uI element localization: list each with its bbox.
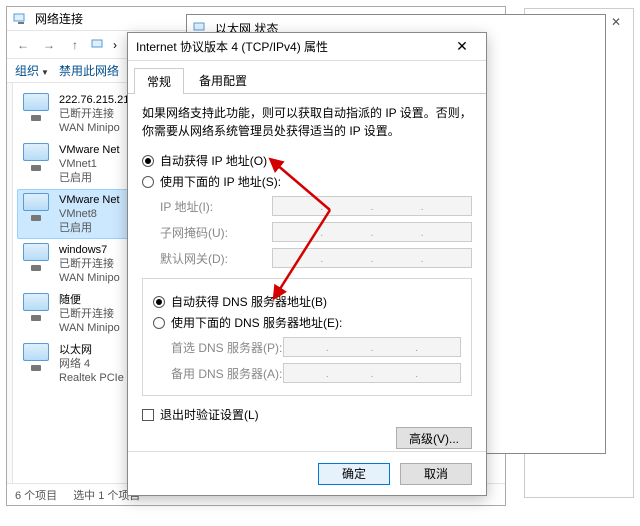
dialog-footer: 确定 取消 bbox=[128, 451, 486, 495]
radio-icon bbox=[153, 317, 165, 329]
ip-group: 自动获得 IP 地址(O) 使用下面的 IP 地址(S): IP 地址(I): … bbox=[142, 152, 472, 268]
radio-auto-dns[interactable]: 自动获得 DNS 服务器地址(B) bbox=[153, 293, 461, 310]
back-button[interactable]: ← bbox=[13, 35, 33, 55]
input-dns2: ... bbox=[283, 363, 461, 383]
intro-text: 如果网络支持此功能，则可以获取自动指派的 IP 设置。否则，你需要从网络系统管理… bbox=[142, 104, 472, 140]
label-ip: IP 地址(I): bbox=[142, 198, 272, 215]
radio-label: 使用下面的 IP 地址(S): bbox=[160, 173, 281, 190]
radio-label: 使用下面的 DNS 服务器地址(E): bbox=[171, 314, 342, 331]
radio-icon bbox=[153, 296, 165, 308]
input-ip: ... bbox=[272, 196, 472, 216]
forward-button[interactable]: → bbox=[39, 35, 59, 55]
tab-alternate[interactable]: 备用配置 bbox=[186, 67, 260, 93]
radio-manual-dns[interactable]: 使用下面的 DNS 服务器地址(E): bbox=[153, 314, 461, 331]
input-dns1: ... bbox=[283, 337, 461, 357]
connection-icon bbox=[21, 93, 53, 121]
radio-label: 自动获得 DNS 服务器地址(B) bbox=[171, 293, 327, 310]
dialog-titlebar: Internet 协议版本 4 (TCP/IPv4) 属性 ✕ bbox=[128, 33, 486, 61]
radio-icon bbox=[142, 176, 154, 188]
dialog-title: Internet 协议版本 4 (TCP/IPv4) 属性 bbox=[136, 38, 328, 55]
network-icon bbox=[13, 11, 29, 27]
ok-button[interactable]: 确定 bbox=[318, 463, 390, 485]
checkbox-icon bbox=[142, 409, 154, 421]
dialog-body: 如果网络支持此功能，则可以获取自动指派的 IP 设置。否则，你需要从网络系统管理… bbox=[128, 94, 486, 459]
connection-icon bbox=[21, 243, 53, 271]
explorer-title: 网络连接 bbox=[35, 10, 83, 27]
radio-icon bbox=[142, 155, 154, 167]
connection-icon bbox=[21, 293, 53, 321]
cancel-button[interactable]: 取消 bbox=[400, 463, 472, 485]
ipv4-properties-dialog: Internet 协议版本 4 (TCP/IPv4) 属性 ✕ 常规 备用配置 … bbox=[127, 32, 487, 496]
advanced-button[interactable]: 高级(V)... bbox=[396, 427, 472, 449]
checkbox-label: 退出时验证设置(L) bbox=[160, 406, 259, 423]
up-button[interactable]: ↑ bbox=[65, 35, 85, 55]
disable-network-button[interactable]: 禁用此网络 bbox=[59, 62, 119, 79]
label-dns1: 首选 DNS 服务器(P): bbox=[153, 339, 283, 356]
label-gateway: 默认网关(D): bbox=[142, 250, 272, 267]
close-button[interactable]: ✕ bbox=[446, 38, 478, 55]
radio-label: 自动获得 IP 地址(O) bbox=[160, 152, 267, 169]
validate-checkbox-row[interactable]: 退出时验证设置(L) bbox=[142, 406, 472, 423]
dns-group: 自动获得 DNS 服务器地址(B) 使用下面的 DNS 服务器地址(E): 首选… bbox=[142, 278, 472, 396]
tab-strip: 常规 备用配置 bbox=[128, 61, 486, 94]
radio-auto-ip[interactable]: 自动获得 IP 地址(O) bbox=[142, 152, 472, 169]
radio-manual-ip[interactable]: 使用下面的 IP 地址(S): bbox=[142, 173, 472, 190]
connection-icon bbox=[21, 143, 53, 171]
connection-icon bbox=[21, 343, 53, 371]
input-mask: ... bbox=[272, 222, 472, 242]
tab-general[interactable]: 常规 bbox=[134, 68, 184, 94]
label-dns2: 备用 DNS 服务器(A): bbox=[153, 365, 283, 382]
connection-icon bbox=[21, 193, 53, 221]
breadcrumb-sep: › bbox=[113, 38, 117, 52]
status-count: 6 个项目 bbox=[15, 487, 57, 503]
network-icon bbox=[91, 37, 107, 53]
organize-menu[interactable]: 组织▼ bbox=[15, 62, 49, 79]
input-gateway: ... bbox=[272, 248, 472, 268]
label-mask: 子网掩码(U): bbox=[142, 224, 272, 241]
